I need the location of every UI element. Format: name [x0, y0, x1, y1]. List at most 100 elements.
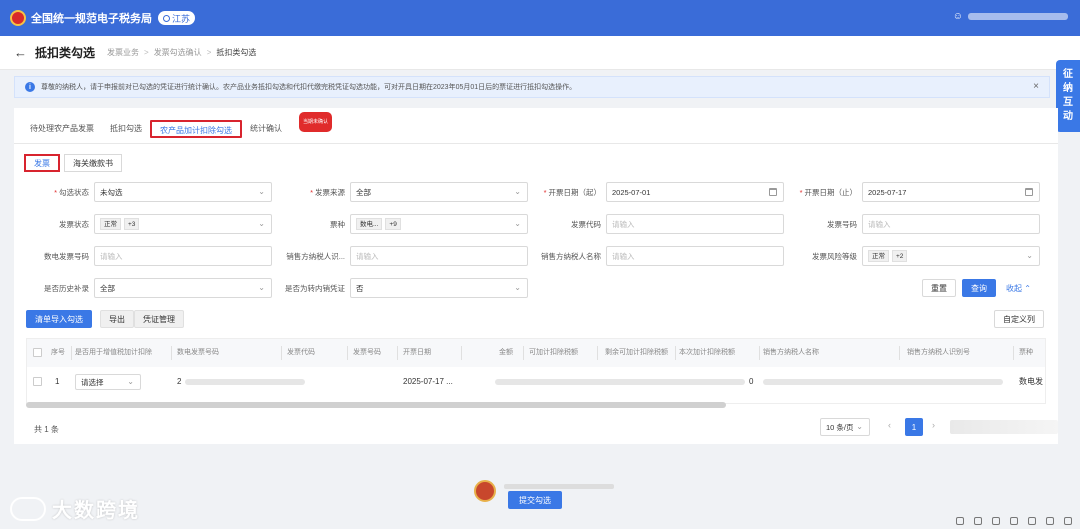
page-size-value: 10 条/页	[826, 422, 854, 432]
voucher-management-button[interactable]: 凭证管理	[134, 310, 184, 328]
user-icon: ☺	[952, 11, 963, 22]
export-button[interactable]: 导出	[100, 310, 134, 328]
row-checkbox[interactable]	[33, 377, 42, 386]
tab-deduction-select[interactable]: 抵扣勾选	[102, 120, 150, 138]
invoice-number-input[interactable]: 请输入	[862, 214, 1040, 234]
filter-label: 发票代码	[571, 219, 601, 229]
subtab-customs-payment[interactable]: 海关缴款书	[64, 154, 122, 172]
reset-button[interactable]: 重置	[922, 279, 956, 297]
location-icon	[163, 14, 170, 22]
input-placeholder: 请输入	[612, 251, 635, 261]
tray-icon[interactable]	[974, 517, 982, 525]
float-char: 互	[1063, 97, 1073, 108]
column-header: 销售方纳税人名称	[763, 349, 819, 356]
column-header: 发票代码	[287, 349, 315, 356]
invoice-code-input[interactable]: 请输入	[606, 214, 784, 234]
risk-level-select[interactable]: 正常 +2 ⌄	[862, 246, 1040, 266]
tray-icon[interactable]	[956, 517, 964, 525]
column-header: 票种	[1019, 349, 1033, 356]
filter-date-end: * 开票日期（止） 2025-07-17	[782, 182, 1040, 202]
chevron-down-icon: ⌄	[127, 377, 134, 386]
main-card: 待处理农产品发票 抵扣勾选 农产品加计扣除勾选 统计确认 当期未确认 发票 海关…	[14, 108, 1058, 444]
back-arrow-icon[interactable]: ←	[14, 45, 27, 60]
tab-pending-agri-invoices[interactable]: 待处理农产品发票	[22, 120, 102, 138]
page-title: 抵扣类勾选	[35, 46, 96, 60]
redacted-value	[763, 379, 1003, 385]
table-row[interactable]: 1 请选择 ⌄ 2 2025-07-17 ... 0 数电发	[27, 367, 1045, 397]
watermark-logo-icon	[10, 496, 46, 521]
column-header: 数电发票号码	[177, 349, 219, 356]
breadcrumb-item[interactable]: 发票业务	[107, 47, 139, 58]
tax-emblem-icon	[10, 10, 26, 26]
chevron-down-icon: ⌄	[514, 219, 521, 228]
select-tag: 正常	[100, 218, 121, 230]
tray-icon[interactable]	[1028, 517, 1036, 525]
column-header: 发票号码	[353, 349, 381, 356]
date-value: 2025-07-01	[612, 187, 651, 197]
filter-label: 开票日期（止）	[804, 187, 858, 197]
close-icon[interactable]: ×	[1033, 81, 1039, 92]
input-placeholder: 请输入	[612, 219, 635, 229]
digital-invoice-number-input[interactable]: 请输入	[94, 246, 272, 266]
prev-page-icon[interactable]: ‹	[888, 420, 891, 430]
tab-agri-extra-deduction[interactable]: 农产品加计扣除勾选	[150, 120, 242, 138]
custom-columns-button[interactable]: 自定义列	[994, 310, 1044, 328]
chevron-down-icon: ⌄	[856, 422, 863, 431]
select-value: 全部	[356, 187, 371, 197]
history-supplement-select[interactable]: 全部 ⌄	[94, 278, 272, 298]
tray-icon[interactable]	[992, 517, 1000, 525]
tray-icon[interactable]	[1010, 517, 1018, 525]
filter-ticket-type: 票种 数电... +9 ⌄	[270, 214, 528, 234]
horizontal-scrollbar[interactable]	[26, 402, 726, 408]
top-bar: 全国统一规范电子税务局 江苏 ☺	[0, 0, 1080, 36]
select-all-checkbox[interactable]	[33, 348, 42, 357]
transfer-out-select[interactable]: 否 ⌄	[350, 278, 528, 298]
region-selector[interactable]: 江苏	[158, 11, 196, 25]
date-start-picker[interactable]: 2025-07-01	[606, 182, 784, 202]
page-header: ← 抵扣类勾选 发票业务 > 发票勾选确认 > 抵扣类勾选	[0, 36, 1080, 70]
page-number-current[interactable]: 1	[905, 418, 923, 436]
select-value: 全部	[100, 283, 115, 293]
invoice-source-select[interactable]: 全部 ⌄	[350, 182, 528, 202]
calendar-icon	[1025, 188, 1033, 196]
ticket-type-select[interactable]: 数电... +9 ⌄	[350, 214, 528, 234]
filter-row: 发票状态 正常 +3 ⌄ 票种 数电... +9 ⌄ 发票代码 请输入 发票号码	[14, 214, 1058, 234]
invoice-status-select[interactable]: 正常 +3 ⌄	[94, 214, 272, 234]
import-select-button[interactable]: 清单导入勾选	[26, 310, 92, 328]
search-icon[interactable]	[1064, 517, 1072, 525]
select-value: 否	[356, 283, 364, 293]
check-status-select[interactable]: 未勾选 ⌄	[94, 182, 272, 202]
interaction-float-button[interactable]: 征 纳 互 动	[1056, 60, 1080, 132]
collapse-link[interactable]: 收起 ⌃	[1006, 283, 1031, 294]
float-char: 动	[1063, 111, 1073, 122]
filter-label: 票种	[330, 219, 345, 229]
column-header: 剩余可加计扣除税额	[605, 349, 668, 356]
seller-name-input[interactable]: 请输入	[606, 246, 784, 266]
column-header: 金额	[499, 349, 513, 356]
breadcrumb-current: 抵扣类勾选	[216, 48, 257, 57]
filter-digital-invoice-number: 数电发票号码 请输入	[14, 246, 272, 266]
breadcrumb-item[interactable]: 发票勾选确认	[154, 47, 202, 58]
submit-select-button[interactable]: 提交勾选	[508, 491, 562, 509]
next-page-icon[interactable]: ›	[932, 420, 935, 430]
subtab-invoice[interactable]: 发票	[24, 154, 60, 172]
chevron-down-icon: ⌄	[514, 283, 521, 292]
filter-label: 销售方纳税人名称	[541, 251, 601, 261]
footer-text-redacted	[504, 484, 614, 489]
filter-label: 发票来源	[315, 187, 345, 197]
query-button[interactable]: 查询	[962, 279, 996, 297]
chevron-down-icon: ⌄	[514, 187, 521, 196]
user-area[interactable]: ☺	[953, 11, 1068, 22]
seller-tax-id-input[interactable]: 请输入	[350, 246, 528, 266]
filter-label: 发票风险等级	[812, 251, 857, 261]
page-size-select[interactable]: 10 条/页 ⌄	[820, 418, 870, 436]
redacted-pager	[950, 420, 1058, 434]
extra-deduction-select[interactable]: 请选择 ⌄	[75, 374, 141, 390]
chevron-down-icon: ⌄	[258, 187, 265, 196]
watermark-text: 大数跨境	[52, 498, 140, 522]
tab-statistics-confirm[interactable]: 统计确认 当期未确认	[242, 112, 332, 138]
unconfirmed-badge: 当期未确认	[298, 112, 332, 132]
tray-icon[interactable]	[1046, 517, 1054, 525]
date-end-picker[interactable]: 2025-07-17	[862, 182, 1040, 202]
total-count: 共 1 条	[34, 425, 59, 434]
